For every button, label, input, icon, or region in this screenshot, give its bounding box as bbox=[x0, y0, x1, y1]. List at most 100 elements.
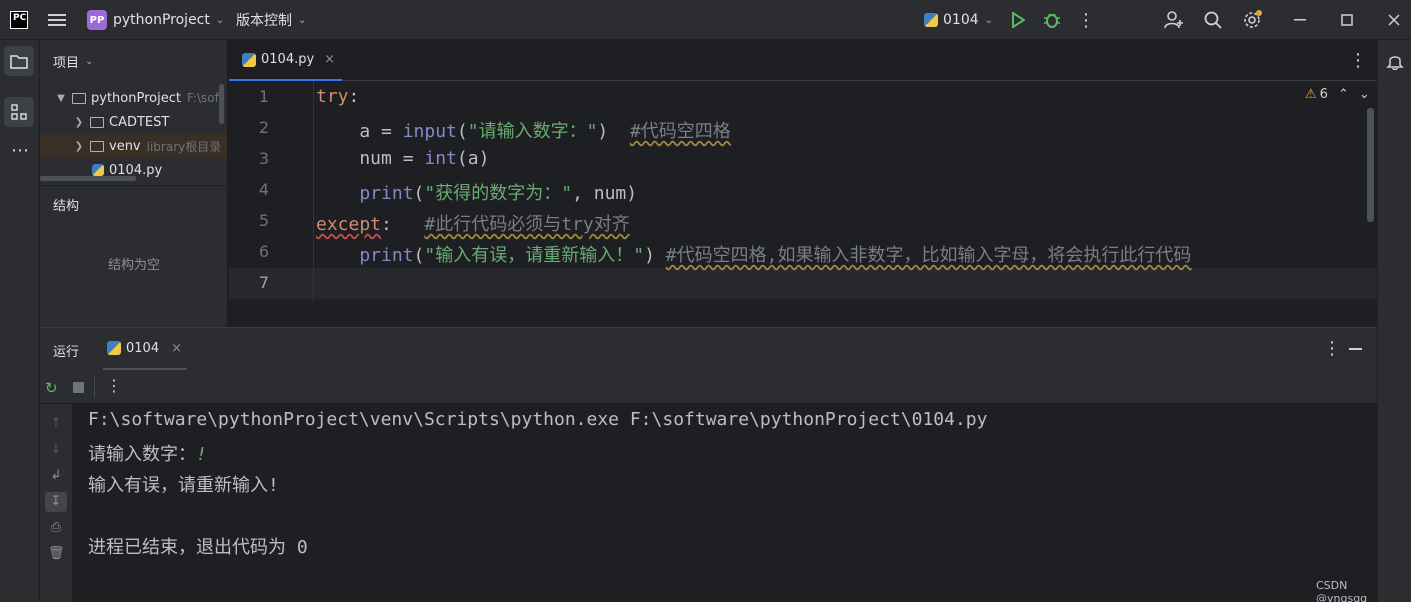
run-more-button[interactable]: ⋮ bbox=[106, 376, 122, 395]
close-window-button[interactable] bbox=[1382, 8, 1406, 32]
chevron-down-icon: ⌄ bbox=[298, 14, 307, 26]
more-vertical-icon: ⋮ bbox=[106, 376, 122, 395]
clear-all-button[interactable]: 🗑 bbox=[48, 546, 65, 562]
warning-count: 6 bbox=[1319, 87, 1328, 102]
run-options-button[interactable]: ⋮ bbox=[1323, 338, 1341, 359]
console-line: 输入有误，请重新输入! bbox=[88, 475, 279, 496]
tree-item-CADTEST[interactable]: ❯ CADTEST bbox=[40, 110, 227, 134]
vcs-menu[interactable]: 版本控制 ⌄ bbox=[236, 0, 306, 40]
run-side-toolbar: ↑ ↓ ↲ ↧ ⎙ 🗑 bbox=[40, 404, 72, 602]
run-tab-label: 0104 bbox=[126, 340, 160, 356]
editor-scrollbar[interactable] bbox=[1367, 108, 1374, 222]
chevron-down-icon: ▼ bbox=[57, 92, 65, 104]
minimize-button[interactable] bbox=[1288, 8, 1312, 32]
more-vertical-icon: ⋮ bbox=[1077, 9, 1095, 31]
search-button[interactable] bbox=[1201, 8, 1225, 32]
chevron-down-icon[interactable]: ⌄ bbox=[1359, 87, 1370, 102]
editor: 0104.py × ⋮ 1 2 3 4 5 6 7 ⚠ 6 ⌃ ⌄ try: a… bbox=[229, 40, 1377, 327]
settings-button[interactable] bbox=[1240, 8, 1264, 32]
rerun-icon: ↻ bbox=[45, 379, 58, 397]
app-logo[interactable]: PC bbox=[10, 0, 28, 40]
code-line-2: a = input("请输入数字：") #代码空四格 bbox=[316, 121, 731, 142]
inspection-widget[interactable]: ⚠ 6 ⌃ ⌄ bbox=[1305, 87, 1370, 102]
code-line-1: try: bbox=[316, 86, 360, 107]
stop-button[interactable] bbox=[73, 382, 84, 393]
line-number: 3 bbox=[258, 149, 269, 168]
more-horizontal-icon: ⋯ bbox=[11, 140, 29, 161]
console-line: 请输入数字：! bbox=[88, 444, 207, 465]
add-user-button[interactable] bbox=[1162, 8, 1186, 32]
python-file-icon bbox=[242, 52, 256, 67]
chevron-down-icon: ⌄ bbox=[215, 14, 225, 26]
console-line: 进程已结束，退出代码为 0 bbox=[88, 537, 308, 558]
more-vertical-icon: ⋮ bbox=[1349, 50, 1367, 71]
code-line-6: print("输入有误，请重新输入！") #代码空四格,如果输入非数字，比如输入… bbox=[316, 245, 1192, 266]
console-line: F:\software\pythonProject\venv\Scripts\p… bbox=[88, 409, 988, 430]
run-toolbar: ↻ ⋮ bbox=[40, 370, 1377, 404]
soft-wrap-button[interactable]: ↲ bbox=[48, 468, 64, 484]
tree-item-label: CADTEST bbox=[109, 114, 170, 130]
debug-button[interactable] bbox=[1040, 8, 1064, 32]
play-icon bbox=[1012, 12, 1025, 28]
horizontal-scrollbar[interactable] bbox=[40, 176, 136, 181]
tab-label: 0104.py bbox=[261, 52, 315, 67]
code-line-5: except: #此行代码必须与try对齐 bbox=[316, 214, 630, 235]
toolbar-divider bbox=[94, 376, 95, 398]
rerun-button[interactable]: ↻ bbox=[45, 379, 58, 397]
tree-item-venv[interactable]: ❯ venv library根目录 bbox=[40, 134, 227, 158]
run-panel-header: 运行 0104 × ⋮ bbox=[40, 328, 1377, 370]
main-menu-button[interactable] bbox=[48, 0, 66, 40]
project-switcher[interactable]: PP pythonProject ⌄ bbox=[87, 0, 224, 40]
project-name: pythonProject bbox=[113, 12, 210, 28]
chevron-down-icon: ⌄ bbox=[984, 14, 994, 26]
notifications-button[interactable] bbox=[1386, 52, 1404, 74]
maximize-button[interactable] bbox=[1335, 8, 1359, 32]
divider bbox=[40, 185, 227, 186]
folder-icon bbox=[90, 140, 104, 152]
python-icon bbox=[924, 13, 938, 27]
hide-panel-button[interactable] bbox=[1349, 348, 1362, 350]
hamburger-icon bbox=[48, 14, 66, 26]
chevron-right-icon: ❯ bbox=[74, 116, 84, 128]
editor-tab-bar: 0104.py × ⋮ bbox=[229, 40, 1377, 81]
more-tools-button[interactable]: ⋯ bbox=[8, 140, 32, 164]
close-tab-icon[interactable]: × bbox=[171, 341, 182, 356]
print-button[interactable]: ⎙ bbox=[48, 520, 64, 536]
line-number: 5 bbox=[258, 211, 269, 230]
tab-0104py[interactable]: 0104.py × bbox=[229, 40, 342, 81]
close-tab-icon[interactable]: × bbox=[324, 52, 335, 67]
minimize-icon bbox=[1294, 19, 1306, 21]
line-number: 1 bbox=[258, 87, 269, 106]
vertical-scrollbar[interactable] bbox=[219, 84, 224, 124]
scroll-up-button[interactable]: ↑ bbox=[48, 416, 64, 432]
scroll-to-end-button[interactable]: ↧ bbox=[45, 492, 67, 512]
folder-icon bbox=[90, 116, 104, 128]
run-config-selector[interactable]: 0104 ⌄ bbox=[924, 0, 993, 40]
tree-item-pythonProject[interactable]: ▼ pythonProject F:\soft bbox=[40, 86, 227, 110]
folder-icon bbox=[10, 54, 28, 69]
project-panel-header[interactable]: 项目 ⌄ bbox=[53, 52, 93, 71]
structure-tool-button[interactable] bbox=[4, 97, 34, 127]
run-tab-0104[interactable]: 0104 × bbox=[103, 328, 187, 370]
gutter-divider bbox=[313, 81, 314, 302]
run-button[interactable] bbox=[1006, 8, 1030, 32]
search-icon bbox=[1204, 11, 1222, 29]
code-line-4: print("获得的数字为：", num) bbox=[316, 183, 638, 204]
folder-icon bbox=[72, 92, 86, 104]
gear-icon bbox=[1244, 10, 1262, 28]
run-panel-title: 运行 bbox=[53, 345, 80, 360]
bell-icon bbox=[1386, 56, 1404, 71]
more-actions-button[interactable]: ⋮ bbox=[1074, 8, 1098, 32]
project-tool-button[interactable] bbox=[4, 46, 34, 76]
warning-icon: ⚠ bbox=[1305, 87, 1317, 102]
watermark: CSDN @yngsqq bbox=[1316, 579, 1368, 602]
vcs-menu-label: 版本控制 bbox=[236, 13, 292, 29]
user-add-icon bbox=[1164, 11, 1183, 29]
more-vertical-icon: ⋮ bbox=[1323, 338, 1341, 359]
chevron-up-icon[interactable]: ⌃ bbox=[1338, 87, 1349, 102]
console-user-input: ! bbox=[196, 444, 207, 465]
current-line-highlight bbox=[229, 268, 1377, 299]
scroll-down-button[interactable]: ↓ bbox=[48, 442, 64, 458]
title-bar: PC PP pythonProject ⌄ 版本控制 ⌄ 0104 ⌄ ⋮ bbox=[0, 0, 1411, 40]
tab-options-button[interactable]: ⋮ bbox=[1349, 50, 1367, 71]
